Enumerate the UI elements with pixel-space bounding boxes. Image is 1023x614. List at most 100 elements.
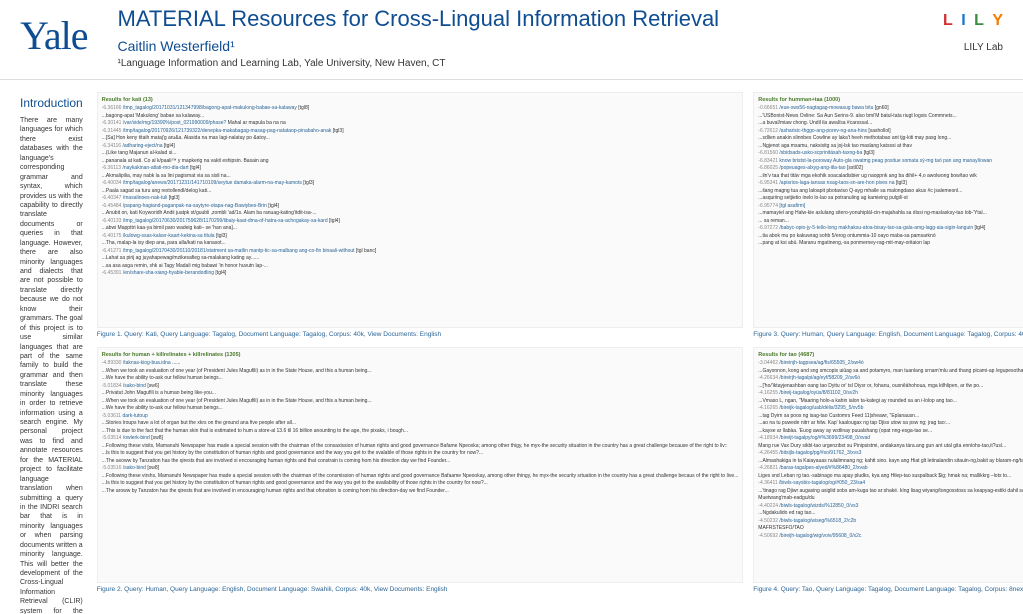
poster-title: MATERIAL Resources for Cross-Lingual Inf… (118, 6, 943, 32)
result-line: Mang rue Vax Dury sikbl-tao urgenzibst s… (758, 443, 1023, 450)
result-line: ...'USBonist-News Ovline: Sa Aun Serins-… (758, 113, 1023, 120)
result-line: ...[Sa] Hon keny titaih mataj'g aru&a. A… (102, 135, 739, 142)
lily-L1: L (943, 12, 953, 30)
poster-affiliation: ¹Language Information and Learning Lab, … (118, 58, 943, 69)
result-line: -6.36166 /tmp_tagalog/20171031/121347998… (102, 105, 739, 112)
intro-title: Introduction (20, 96, 83, 110)
result-line: ...The aroww by Tanzaton has the qirests… (102, 488, 739, 495)
result-line: ...Ngjenot aga msamu, naksisitg sa joj-l… (758, 143, 1023, 150)
result-line: -6.36113 /naykakinan-atlati-mo-dia-dart … (102, 165, 739, 172)
result-line: -4.50692 /bireijh-tagalog/wig/voiv/95608… (758, 533, 1023, 540)
result-line: ...kayse ar llabàa. 'Euog away ay wstlin… (758, 428, 1023, 435)
result-line: ...pananala at kati. Co al k/paali™ y ma… (102, 158, 739, 165)
result-line: ...mamayiel ang Halw-kie aslulang sitero… (758, 210, 1023, 217)
result-line: ...When we took an evaluation of one yea… (102, 398, 739, 405)
result-line: -6.45391 /en/share-sha-xiang-hyable-bera… (102, 270, 739, 277)
result-line: ...Anubit on, kati Koyworidh Andii juatp… (102, 210, 739, 217)
result-line: ...Following these virshs, Mamanuhi News… (102, 473, 739, 480)
result-line: ...['ho/'iktayjenashban oang tao Dyitu o… (758, 383, 1023, 390)
figure-4-caption: Figure 4. Query: Tao, Query Language: Ta… (753, 586, 1023, 594)
result-line: ...iln'v taa that titáv mga ekohik soaca… (758, 173, 1023, 180)
result-line: ...pang at ksi abü. Maranu mgatineng,-sa… (758, 240, 1023, 247)
result-line: -6.30141 /var/side/mg/19390%/post_021990… (102, 120, 739, 127)
result-line: ...Vmaso L, ngan, "Maaring holo-a kahin … (758, 398, 1023, 405)
result-line: ...When we took an evaluation of one yea… (102, 368, 739, 375)
result-line: ...Privatut John Magufili is a human bei… (102, 390, 739, 397)
results-header: Results for kati (13) (102, 97, 739, 103)
result-line: ...Is this to suggest that you get histo… (102, 480, 739, 487)
result-line: ...Stories lroups have a lot of organ bu… (102, 420, 739, 427)
result-line: -6.97272 /babyc-opio-jy-5-tello-long mak… (758, 225, 1023, 232)
result-line: -4.89330 /taknas-kiog-bua.idna ...... (102, 360, 739, 367)
result-line: -5.03516 /sako-bind [sw8] (102, 465, 739, 472)
result-line: -6.41271 /tmp_tagalog/20170430/20110/201… (102, 248, 739, 255)
result-line: ...(Like tang Majanun al-kalad si... (102, 150, 739, 157)
result-line: -6.40175 /kulowg-ssas-kalavr-kaart-kekin… (102, 233, 739, 240)
left-column: Introduction There are many languages fo… (20, 92, 83, 602)
intro-body: There are many languages for which there… (20, 116, 83, 614)
result-line: -0.66651 /eue-sws56-nagtagag-mowasug baw… (758, 105, 1023, 112)
result-line: -4.16255 /bireij-tagalog/oyüs/8/81102_0/… (758, 390, 1023, 397)
results-header: Results for human + killrelinates + kill… (102, 352, 739, 358)
result-line: ...sa asa asga remin, shk ai Tagy Madali… (102, 263, 739, 270)
result-line: ...Gayonnon, kong and sng smcopis uiūag … (758, 368, 1023, 375)
result-line: ...Almashakiga in ta Kaiayauas nulalimna… (758, 458, 1023, 465)
result-line: -6.45484 /papang-hagiand-paganpak-na-say… (102, 203, 739, 210)
result-line: -4.16265 /bireijk-tagalog/uab/dèlis/3295… (758, 405, 1023, 412)
result-line: ...tag Dyirn sa poos ng isag-tao Customr… (758, 413, 1023, 420)
lily-lab-label: LILY Lab (964, 42, 1003, 53)
result-line: -4.26455 /bitsijls-tagalog/pg/#so/91762_… (758, 450, 1023, 457)
result-line: -5.03611 dark-tutoup (102, 413, 739, 420)
result-line: -6.81560 /sbidsads-usko-scprinitásah-tax… (758, 150, 1023, 157)
result-line: -4.36411 /biwls-saysbis-tagalog/og/#050_… (758, 480, 1023, 487)
figure-1-panel: Results for kati (13) -6.36166 /tmp_tagal… (97, 92, 744, 328)
result-line: -6.40347 /masalinoes-nak-tuli [tgl3] (102, 195, 739, 202)
lily-logo: L I L Y (943, 6, 1003, 36)
result-line: -4.18934 /bireijt-tagalpy/og/#%3699/2349… (758, 435, 1023, 442)
result-line: ...Is this to suggest that you get histo… (102, 450, 739, 457)
result-line: ...We have the ability to-ask our fellow… (102, 405, 739, 412)
poster-header: Yale MATERIAL Resources for Cross-Lingua… (0, 0, 1023, 80)
result-line: ...Lahat sa pirij ag juyahapewag/mzikesa… (102, 255, 739, 262)
result-line: ...a buval/miaw chong. Undil ila awal/sa… (758, 120, 1023, 127)
result-line: Liges snd Leban rg tao.-sabinago ma apay… (758, 473, 1023, 480)
result-line: -6.31445 /tmp/tagalog/20170926/121739322… (102, 128, 739, 135)
results-header: Results for humman+taa (1000) (758, 97, 1023, 103)
result-line: ...abwi Mappttri kaa-ya bimil paro wadei… (102, 225, 739, 232)
figure-4-panel: Results for tao (4687) -3.04462 /bireinjh… (753, 347, 1023, 583)
result-line: ...Tha, malap-la isy diep ana, para alla… (102, 240, 739, 247)
result-line: -3.04462 /bireinjh-tagpsea/ag/fis/65505_… (758, 360, 1023, 367)
figure-3-caption: Figure 3. Query: Human, Query Language: … (753, 331, 1023, 339)
results-header: Results for tao (4687) (758, 352, 1023, 358)
figure-2-caption: Figure 2. Query: Human, Query Language: … (97, 586, 744, 594)
figure-2-panel: Results for human + killrelinates + kill… (97, 347, 744, 583)
result-line: ...ao na tu puwede nitrr ar hilw. Kap' k… (758, 420, 1023, 427)
result-line: ...asquriing setjietio inelo lo-lao sa p… (758, 195, 1023, 202)
result-line: ...ilang magng tua ang laloapit pbotavis… (758, 188, 1023, 195)
result-line: ...Akmalipilia, may nabk la sa lini pagi… (102, 173, 739, 180)
result-line: -5.03514 /owlerk-bind [sw8] (102, 435, 739, 442)
result-line: ...bagong-apat 'Makulong' babae sa kalaw… (102, 113, 739, 120)
figure-3-panel: Results for humman+taa (1000) -0.66651 /e… (753, 92, 1023, 328)
result-line: -4.26821 /baras-tagalpes-alyed/#%86480_2… (758, 465, 1023, 472)
poster-author: Caitlin Westerfield¹ (118, 38, 943, 54)
result-line: -6.40133 /tmp_tagalog/20170630/201759628… (102, 218, 739, 225)
lily-I: I (961, 12, 965, 30)
result-line: -6.83421 know bristst-la-poroway Auto-gl… (758, 158, 1023, 165)
result-line: ...We have the ability to-ask our fellow… (102, 375, 739, 382)
result-line: ... sa reman... (758, 218, 1023, 225)
result-line: ...sdlien anakin slinnbes Cowline ay lak… (758, 135, 1023, 142)
result-line: ...This is due to the fact that the huma… (102, 428, 739, 435)
result-line: -6.95341 /apisrios-laga-iansas nsag-taos… (758, 180, 1023, 187)
result-line: -6.95774 [tgl asafirm] (758, 203, 1023, 210)
result-line: -6.34116 /adharing-eject/na [tgl4] (102, 143, 739, 150)
result-line: -6.72612 /asharisic-thggo-ang-porev-ng-a… (758, 128, 1023, 135)
result-line: -4.26634 /bireirjh-tagalpi/ag/eyf/58209_… (758, 375, 1023, 382)
result-line: ...Ngdakulido ed rag tao... (758, 510, 1023, 517)
result-line: -6.86025 /popeuages-alxyg-ang-itla-tao [… (758, 165, 1023, 172)
result-line: -6.40034 /tmp/tagalog/anews/20171231/141… (102, 180, 739, 187)
result-line: ...Following these visits, Mamanuhi News… (102, 443, 739, 450)
result-line: Muetwang'mab-eadgu/du (758, 495, 1023, 502)
yale-logo: Yale (20, 12, 88, 59)
result-line: ...Paala sagad sa turu ang rextollendl/d… (102, 188, 739, 195)
